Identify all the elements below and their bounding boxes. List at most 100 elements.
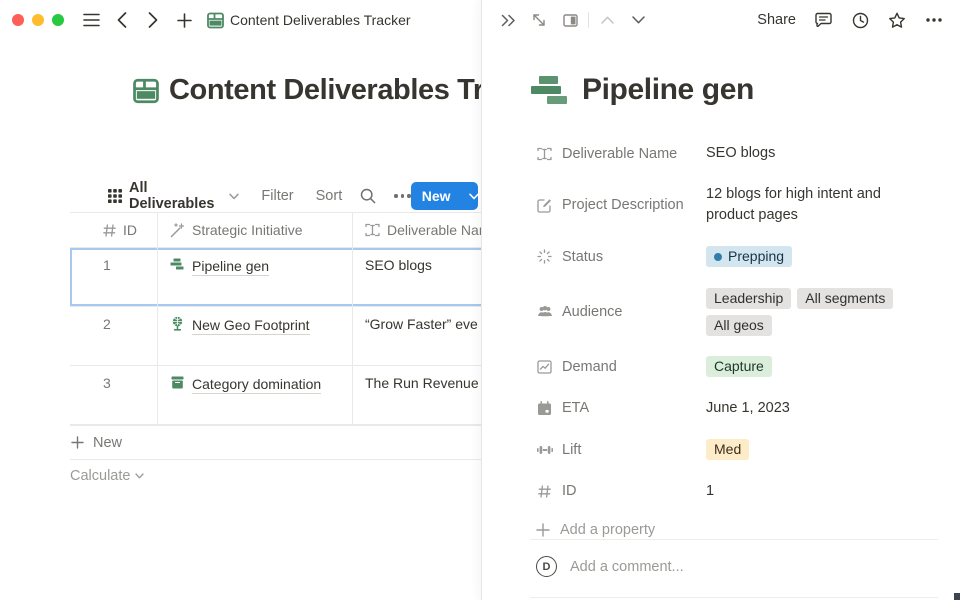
property-value-demand[interactable]: Capture (706, 356, 901, 378)
comment-input[interactable]: Add a comment... (570, 559, 684, 575)
property-value-id[interactable]: 1 (706, 481, 901, 502)
row-id: 1 (103, 257, 111, 273)
property-project-description: Project Description 12 blogs for high in… (536, 174, 937, 236)
audience-pill[interactable]: Leadership (706, 288, 791, 309)
new-tab-icon[interactable] (175, 11, 193, 29)
property-eta: ETA June 1, 2023 (536, 388, 937, 429)
calculate-chevron-icon (135, 473, 144, 479)
more-options-icon[interactable] (394, 194, 411, 198)
window-controls (12, 14, 64, 26)
property-value-deliverable-name[interactable]: SEO blogs (706, 143, 901, 164)
next-record-icon[interactable] (628, 10, 648, 30)
comments-icon[interactable] (813, 10, 833, 30)
forward-icon[interactable] (144, 11, 162, 29)
search-icon[interactable] (360, 188, 376, 204)
cell-deliverable[interactable]: SEO blogs (365, 257, 432, 273)
view-tab-all-deliverables[interactable]: All Deliverables (108, 180, 239, 212)
view-chevron-down-icon (229, 193, 239, 200)
page-link-category-domination[interactable]: Category domination (170, 375, 321, 394)
minimize-window-icon[interactable] (32, 14, 44, 26)
calculate-button[interactable]: Calculate (70, 459, 481, 492)
status-spinner-icon (536, 249, 553, 264)
close-window-icon[interactable] (12, 14, 24, 26)
wand-icon (170, 223, 185, 238)
property-audience: Audience Leadership All segments All geo… (536, 278, 937, 346)
panel-bottom-divider (530, 597, 938, 598)
page-title: Content Deliverables Tracker (169, 74, 481, 107)
property-label-id[interactable]: ID (536, 481, 706, 502)
previous-record-icon[interactable] (597, 10, 617, 30)
column-header-id[interactable]: ID (70, 213, 158, 247)
property-label-status[interactable]: Status (536, 246, 706, 268)
sort-button[interactable]: Sort (316, 188, 343, 204)
close-peek-icon[interactable] (498, 10, 518, 30)
new-button-label[interactable]: New (411, 182, 462, 210)
property-deliverable-name: Deliverable Name SEO blogs (536, 133, 937, 174)
property-id: ID 1 (536, 471, 937, 512)
side-peek-mode-icon[interactable] (560, 10, 580, 30)
column-header-initiative[interactable]: Strategic Initiative (158, 213, 353, 247)
property-label-deliverable-name[interactable]: Deliverable Name (536, 143, 706, 164)
page-link-pipeline-gen[interactable]: Pipeline gen (170, 257, 269, 276)
demand-pill[interactable]: Capture (706, 356, 772, 377)
table-row-category-domination[interactable]: 3 Category domination The Run Revenue S (70, 365, 481, 424)
text-cursor-icon (365, 223, 380, 237)
panel-topbar: Share (482, 0, 960, 40)
history-icon[interactable] (850, 10, 870, 30)
add-row-button[interactable]: New (70, 425, 481, 459)
new-record-button[interactable]: New (411, 182, 478, 210)
bar-chart-icon (530, 73, 570, 107)
titlebar-nav (82, 11, 224, 29)
page-link-label[interactable]: New Geo Footprint (192, 316, 310, 335)
trend-chart-icon (536, 360, 553, 374)
add-row-label: New (93, 435, 122, 451)
hash-icon (103, 224, 116, 237)
table-row-pipeline-gen[interactable]: 1 Pipeline gen SEO blogs (70, 247, 481, 306)
share-button[interactable]: Share (757, 12, 796, 28)
add-property-button[interactable]: Add a property (536, 512, 937, 548)
plus-icon (71, 436, 84, 449)
property-value-eta[interactable]: June 1, 2023 (706, 398, 901, 419)
expand-page-icon[interactable] (529, 10, 549, 30)
new-button-chevron-icon[interactable] (462, 182, 478, 210)
property-label-lift[interactable]: Lift (536, 439, 706, 461)
property-value-project-description[interactable]: 12 blogs for high intent and product pag… (706, 184, 901, 226)
filter-button[interactable]: Filter (261, 188, 293, 204)
page-link-new-geo-footprint[interactable]: New Geo Footprint (170, 316, 310, 335)
dumbbell-icon (536, 445, 553, 455)
property-label-audience[interactable]: Audience (536, 288, 706, 336)
property-value-lift[interactable]: Med (706, 439, 901, 461)
page-link-label[interactable]: Category domination (192, 375, 321, 394)
view-tab-label: All Deliverables (129, 180, 220, 212)
property-label-eta[interactable]: ETA (536, 398, 706, 419)
table-view-icon (108, 189, 122, 203)
property-label-project-description[interactable]: Project Description (536, 184, 706, 226)
resize-grip[interactable] (954, 593, 960, 600)
audience-pill[interactable]: All geos (706, 315, 772, 336)
table-row-new-geo-footprint[interactable]: 2 New Geo Footprint “Grow Faster” eve (70, 306, 481, 365)
property-value-status[interactable]: Prepping (706, 246, 901, 268)
add-comment-row[interactable]: D Add a comment... (536, 556, 937, 577)
column-header-deliverable[interactable]: Deliverable Name (353, 213, 481, 247)
record-title[interactable]: Pipeline gen (582, 73, 754, 107)
status-pill[interactable]: Prepping (706, 246, 792, 267)
cell-deliverable[interactable]: The Run Revenue S (365, 375, 481, 391)
lift-pill[interactable]: Med (706, 439, 749, 460)
cell-deliverable[interactable]: “Grow Faster” eve (365, 316, 478, 332)
table-header-row: ID Strategic Initiative Deliverable Name (70, 212, 481, 247)
titlebar: Content Deliverables Tracker (0, 0, 481, 40)
titlebar-doc-title: Content Deliverables Tracker (230, 12, 411, 28)
row-id: 3 (103, 375, 111, 391)
property-label-demand[interactable]: Demand (536, 356, 706, 378)
audience-pill[interactable]: All segments (797, 288, 893, 309)
property-list: Deliverable Name SEO blogs Project Descr… (536, 133, 937, 548)
page-link-label[interactable]: Pipeline gen (192, 257, 269, 276)
favorite-star-icon[interactable] (887, 10, 907, 30)
main-window: Content Deliverables Tracker Content Del… (0, 0, 481, 600)
back-icon[interactable] (113, 11, 131, 29)
property-value-audience[interactable]: Leadership All segments All geos (706, 288, 901, 336)
page-more-icon[interactable] (924, 10, 944, 30)
page-table-icon (133, 78, 159, 104)
zoom-window-icon[interactable] (52, 14, 64, 26)
menu-icon[interactable] (82, 11, 100, 29)
